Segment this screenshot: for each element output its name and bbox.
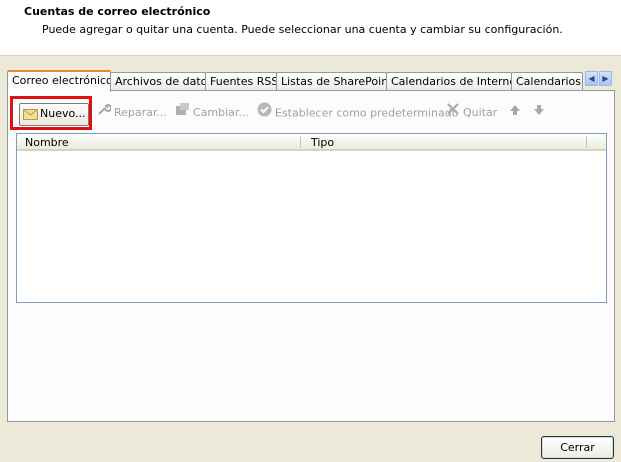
tab-rss-feeds[interactable]: Fuentes RSS: [205, 72, 277, 91]
email-accounts-panel: Nuevo... Reparar... Cambiar... Establece…: [7, 90, 615, 422]
repair-button[interactable]: Reparar...: [97, 102, 167, 124]
tab-email[interactable]: Correo electrónico: [7, 70, 111, 92]
dialog-header: Cuentas de correo electrónico Puede agre…: [0, 0, 621, 56]
move-up-button[interactable]: [509, 102, 524, 124]
tab-data-files[interactable]: Archivos de datos: [110, 72, 206, 91]
page-subtitle: Puede agregar o quitar una cuenta. Puede…: [42, 23, 563, 36]
column-header-name[interactable]: Nombre: [17, 135, 302, 150]
column-divider[interactable]: [586, 136, 587, 148]
remove-label: Quitar: [463, 106, 498, 119]
column-header-type[interactable]: Tipo: [303, 135, 583, 150]
page-title: Cuentas de correo electrónico: [24, 5, 211, 18]
arrow-down-icon: [533, 102, 545, 124]
change-label: Cambiar...: [193, 106, 249, 119]
arrow-up-icon: [509, 102, 521, 124]
move-down-button[interactable]: [533, 102, 548, 124]
remove-x-icon: [446, 102, 460, 124]
list-header: Nombre Tipo: [17, 134, 606, 151]
tab-published-calendars[interactable]: Calendarios p: [511, 72, 583, 91]
accounts-toolbar: Nuevo... Reparar... Cambiar... Establece…: [13, 100, 613, 126]
new-button-highlight: [10, 96, 92, 130]
accounts-list[interactable]: Nombre Tipo: [16, 133, 607, 303]
set-default-label: Establecer como predeterminado: [275, 106, 459, 120]
tab-sharepoint-lists[interactable]: Listas de SharePoint: [276, 72, 387, 91]
wrench-icon: [97, 102, 112, 124]
repair-label: Reparar...: [114, 106, 167, 119]
remove-button[interactable]: Quitar: [446, 102, 497, 124]
column-divider[interactable]: [300, 136, 301, 148]
tab-strip: Correo electrónico Archivos de datos Fue…: [7, 70, 613, 92]
tab-scroll-right-icon[interactable]: ▶: [599, 71, 612, 86]
set-default-button[interactable]: Establecer como predeterminado: [257, 102, 458, 124]
close-button[interactable]: Cerrar: [541, 436, 614, 459]
change-button[interactable]: Cambiar...: [175, 102, 249, 124]
tab-scroll-left-icon[interactable]: ◀: [585, 71, 598, 86]
checkmark-icon: [257, 102, 272, 125]
change-icon: [175, 102, 190, 124]
tab-internet-calendars[interactable]: Calendarios de Internet: [386, 72, 512, 91]
